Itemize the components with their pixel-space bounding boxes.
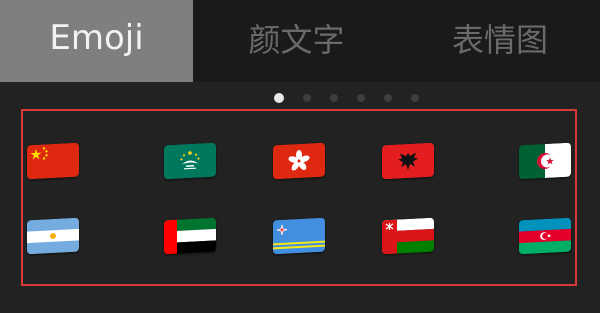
flag-argentina-icon[interactable] <box>27 217 79 255</box>
flag-albania-icon[interactable] <box>381 142 434 180</box>
page-dot-2[interactable] <box>303 94 311 102</box>
tab-kaomoji[interactable]: 颜文字 <box>193 0 400 82</box>
emoji-cell[interactable] <box>462 199 571 275</box>
page-dot-1[interactable] <box>274 93 284 103</box>
page-dot-6[interactable] <box>411 94 419 102</box>
emoji-keyboard-panel: Emoji 颜文字 表情图 <box>0 0 600 313</box>
flag-azerbaijan-icon[interactable] <box>519 217 571 255</box>
emoji-cell[interactable] <box>353 199 462 275</box>
flag-hong-kong-icon[interactable] <box>272 142 325 180</box>
emoji-grid <box>21 109 577 286</box>
category-tabs: Emoji 颜文字 表情图 <box>0 0 600 82</box>
tab-sticker[interactable]: 表情图 <box>400 0 600 82</box>
flag-algeria-icon[interactable] <box>519 142 571 180</box>
flag-china-icon[interactable] <box>27 142 79 180</box>
page-dot-3[interactable] <box>330 94 338 102</box>
page-dot-5[interactable] <box>384 94 392 102</box>
flag-macau-icon[interactable] <box>164 142 217 180</box>
emoji-cell[interactable] <box>136 123 245 199</box>
flag-oman-icon[interactable] <box>381 217 434 255</box>
emoji-cell[interactable] <box>27 199 136 275</box>
tab-emoji[interactable]: Emoji <box>0 0 193 82</box>
flag-aruba-icon[interactable] <box>272 217 325 255</box>
emoji-cell[interactable] <box>462 123 571 199</box>
flag-united-arab-emirates-icon[interactable] <box>164 217 217 255</box>
emoji-cell[interactable] <box>245 199 354 275</box>
page-indicator <box>274 93 419 103</box>
emoji-cell[interactable] <box>136 199 245 275</box>
emoji-cell[interactable] <box>27 123 136 199</box>
emoji-cell[interactable] <box>353 123 462 199</box>
emoji-cell[interactable] <box>245 123 354 199</box>
page-dot-4[interactable] <box>357 94 365 102</box>
